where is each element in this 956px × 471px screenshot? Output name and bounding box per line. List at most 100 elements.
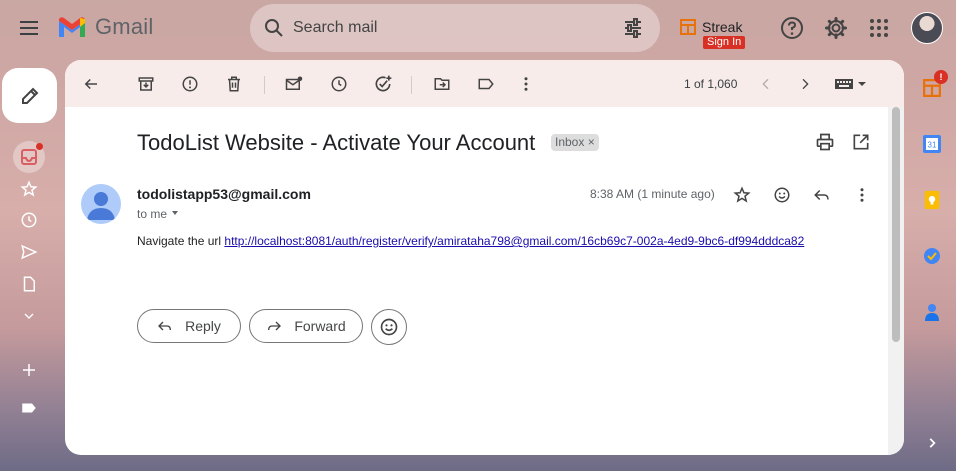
reply-label: Reply <box>185 318 221 334</box>
more-vert-icon <box>524 77 528 91</box>
older-button[interactable] <box>794 73 816 95</box>
back-button[interactable] <box>80 73 102 95</box>
tasks-icon <box>924 248 940 264</box>
apps-icon[interactable] <box>867 16 891 40</box>
add-reaction-button[interactable] <box>771 184 793 206</box>
toolbar-divider <box>411 76 412 94</box>
more-vert-icon <box>860 188 864 202</box>
menu-icon[interactable] <box>16 14 44 42</box>
reply-icon <box>158 321 172 331</box>
reply-icon <box>814 189 829 201</box>
message-more-button[interactable] <box>851 184 873 206</box>
streak-icon <box>680 19 696 35</box>
snooze-button[interactable] <box>328 73 350 95</box>
emoji-icon <box>774 187 790 203</box>
streak-label: Streak <box>702 19 743 35</box>
star-button[interactable] <box>731 184 753 206</box>
back-arrow-icon <box>84 78 97 90</box>
show-side-panel-button[interactable] <box>920 431 944 455</box>
more-button[interactable] <box>515 73 537 95</box>
forward-label: Forward <box>294 318 346 334</box>
draft-icon <box>23 276 35 292</box>
nav-starred[interactable] <box>17 177 41 201</box>
account-avatar[interactable] <box>911 12 943 44</box>
delete-icon <box>228 76 240 92</box>
nav-label[interactable] <box>17 396 41 420</box>
nav-snoozed[interactable] <box>17 208 41 232</box>
scrollbar-thumb[interactable] <box>892 107 900 342</box>
archive-button[interactable] <box>135 73 157 95</box>
delete-button[interactable] <box>223 73 245 95</box>
gmail-m-icon <box>59 17 85 37</box>
pagination-count: 1 of 1,060 <box>684 77 738 91</box>
newer-button[interactable] <box>755 73 777 95</box>
recipients-text: to me <box>137 207 168 221</box>
email-toolbar: 1 of 1,060 <box>65 60 904 107</box>
notification-badge: ! <box>934 70 948 84</box>
help-icon[interactable] <box>780 16 804 40</box>
app-name: Gmail <box>95 14 154 39</box>
gmail-logo[interactable]: Gmail <box>57 14 153 40</box>
email-timestamp: 8:38 AM (1 minute ago) <box>590 187 715 201</box>
archive-icon <box>138 77 154 91</box>
add-task-icon <box>375 75 392 92</box>
forward-button[interactable]: Forward <box>249 309 363 343</box>
calendar-day: 31 <box>928 141 937 150</box>
streak-button[interactable]: Streak <box>680 19 742 35</box>
remove-label-icon[interactable]: × <box>588 135 595 149</box>
move-to-button[interactable] <box>431 73 453 95</box>
search-icon[interactable] <box>262 16 286 40</box>
recipients-toggle[interactable]: to me <box>137 207 180 221</box>
print-icon[interactable] <box>815 132 835 152</box>
inbox-icon <box>21 149 37 165</box>
nav-sent[interactable] <box>17 240 41 264</box>
chevron-down-icon <box>172 211 179 215</box>
calendar-button[interactable]: 31 <box>920 132 944 156</box>
input-tools-button[interactable] <box>833 73 869 95</box>
report-spam-button[interactable] <box>179 73 201 95</box>
move-to-icon <box>434 78 450 90</box>
send-icon <box>21 244 38 260</box>
settings-icon[interactable] <box>824 16 848 40</box>
inbox-label-chip[interactable]: Inbox × <box>551 134 599 151</box>
next-icon <box>802 78 809 90</box>
mark-unread-button[interactable] <box>283 73 305 95</box>
sender-avatar[interactable] <box>81 184 121 224</box>
unread-dot <box>36 143 43 150</box>
open-new-window-icon[interactable] <box>851 132 871 152</box>
search-input[interactable]: Search mail <box>293 19 377 37</box>
sender-email[interactable]: todolistapp53@gmail.com <box>137 186 311 202</box>
forward-icon <box>268 321 282 331</box>
tune-icon[interactable] <box>622 17 644 39</box>
search-bar[interactable]: Search mail <box>250 4 660 52</box>
nav-drafts[interactable] <box>17 272 41 296</box>
keep-button[interactable] <box>920 188 944 212</box>
pencil-icon <box>21 87 38 104</box>
calendar-icon: 31 <box>923 135 941 153</box>
streak-signin[interactable]: Sign In <box>703 36 746 49</box>
reply-icon-button[interactable] <box>811 184 833 206</box>
nav-more[interactable] <box>17 304 41 328</box>
emoji-reaction-button[interactable] <box>371 309 407 345</box>
tasks-button[interactable] <box>920 244 944 268</box>
add-to-tasks-button[interactable] <box>372 73 394 95</box>
mark-unread-icon <box>285 76 303 90</box>
clock-icon <box>21 212 37 228</box>
compose-button[interactable] <box>2 68 57 123</box>
plus-icon <box>23 364 35 376</box>
labels-button[interactable] <box>475 73 497 95</box>
email-view: 1 of 1,060 TodoList Website - Activate Y… <box>65 60 904 455</box>
label-icon <box>22 403 36 413</box>
star-icon <box>733 186 751 203</box>
label-chip-text: Inbox <box>555 135 585 149</box>
reply-button[interactable]: Reply <box>137 309 241 343</box>
person-icon <box>87 192 115 220</box>
labels-icon <box>478 78 494 90</box>
create-label-button[interactable] <box>17 358 41 382</box>
email-subject: TodoList Website - Activate Your Account <box>137 130 536 155</box>
emoji-icon <box>380 318 398 336</box>
contacts-button[interactable] <box>920 300 944 324</box>
verification-link[interactable]: http://localhost:8081/auth/register/veri… <box>224 234 804 248</box>
email-body: Navigate the url http://localhost:8081/a… <box>137 234 804 248</box>
keyboard-icon <box>835 79 866 89</box>
